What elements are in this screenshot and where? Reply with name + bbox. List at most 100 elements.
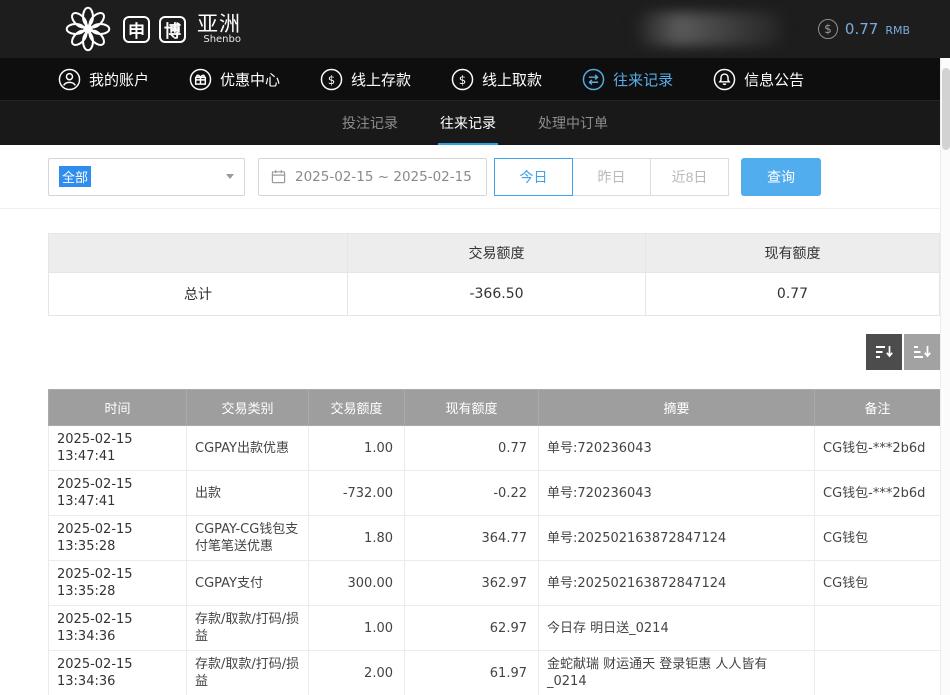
sort-amount-asc-icon bbox=[912, 342, 932, 362]
scrollbar-thumb[interactable] bbox=[942, 68, 950, 150]
header-right: $ 0.77 RMB bbox=[634, 12, 910, 46]
cell-balance: 362.97 bbox=[405, 561, 539, 606]
balance-currency: RMB bbox=[885, 24, 910, 37]
category-select[interactable]: 全部 bbox=[48, 158, 245, 196]
nav-item-label: 信息公告 bbox=[744, 69, 804, 90]
date-range-input[interactable]: 2025-02-15 ~ 2025-02-15 bbox=[258, 158, 487, 196]
cell-remark bbox=[815, 651, 941, 695]
cell-time: 2025-02-15 13:35:28 bbox=[49, 561, 187, 606]
balance-amount: 0.77 bbox=[845, 20, 878, 38]
tab-label: 处理中订单 bbox=[538, 113, 608, 133]
gift-icon bbox=[189, 68, 212, 91]
sub-nav: 投注记录 往来记录 处理中订单 bbox=[0, 100, 950, 145]
cell-amount: 2.00 bbox=[309, 651, 405, 695]
nav-item-my-account[interactable]: 我的账户 bbox=[58, 68, 149, 91]
date-range-value: 2025-02-15 ~ 2025-02-15 bbox=[295, 169, 472, 185]
table-row: 2025-02-15 13:34:36 存款/取款/打码/损益 2.00 61.… bbox=[49, 651, 941, 695]
sort-amount-desc-icon bbox=[874, 342, 894, 362]
summary-header-amount: 交易额度 bbox=[348, 234, 646, 272]
nav-item-label: 我的账户 bbox=[89, 69, 149, 90]
tab-transfer-records[interactable]: 往来记录 bbox=[438, 101, 498, 146]
calendar-icon bbox=[271, 169, 286, 184]
nav-item-label: 线上取款 bbox=[482, 69, 542, 90]
nav-item-label: 优惠中心 bbox=[220, 69, 280, 90]
table-row: 2025-02-15 13:35:28 CGPAY-CG钱包支付笔笔送优惠 1.… bbox=[49, 516, 941, 561]
summary-total-label: 总计 bbox=[49, 272, 348, 315]
col-header-balance: 现有额度 bbox=[405, 390, 539, 426]
cell-summary: 金蛇献瑞 财运通天 登录钜惠 人人皆有_0214 bbox=[539, 651, 815, 695]
records-table-wrap: 时间 交易类别 交易额度 现有额度 摘要 备注 2025-02-15 13:47… bbox=[48, 389, 940, 695]
brand-logo[interactable]: 申 博 亚洲 Shenbo bbox=[62, 3, 241, 55]
summary-header-empty bbox=[49, 234, 348, 272]
cell-type: 出款 bbox=[187, 471, 309, 516]
cell-type: CGPAY支付 bbox=[187, 561, 309, 606]
nav-item-withdraw[interactable]: $ 线上取款 bbox=[451, 68, 542, 91]
user-icon bbox=[58, 68, 81, 91]
cell-balance: 0.77 bbox=[405, 426, 539, 471]
summary-total-balance: 0.77 bbox=[646, 272, 939, 315]
quick-btn-today[interactable]: 今日 bbox=[494, 158, 573, 196]
cell-balance: 62.97 bbox=[405, 606, 539, 651]
nav-item-label: 往来记录 bbox=[613, 69, 673, 90]
cell-balance: 61.97 bbox=[405, 651, 539, 695]
col-header-type: 交易类别 bbox=[187, 390, 309, 426]
cell-amount: 1.80 bbox=[309, 516, 405, 561]
cell-remark bbox=[815, 606, 941, 651]
cell-amount: 300.00 bbox=[309, 561, 405, 606]
top-header: 申 博 亚洲 Shenbo $ 0.77 RMB bbox=[0, 0, 950, 58]
sort-controls bbox=[48, 334, 940, 370]
cell-remark: CG钱包 bbox=[815, 561, 941, 606]
tab-bet-records[interactable]: 投注记录 bbox=[340, 101, 400, 146]
deposit-coin-icon: $ bbox=[320, 68, 343, 91]
cell-summary: 单号:202502163872847124 bbox=[539, 516, 815, 561]
balance[interactable]: $ 0.77 RMB bbox=[818, 19, 910, 39]
col-header-amount: 交易额度 bbox=[309, 390, 405, 426]
cell-time: 2025-02-15 13:47:41 bbox=[49, 426, 187, 471]
cell-remark: CG钱包 bbox=[815, 516, 941, 561]
brand-subtitle: Shenbo bbox=[197, 35, 241, 46]
logo-char-box: 申 bbox=[123, 16, 150, 43]
sort-desc-button[interactable] bbox=[866, 334, 902, 370]
cell-time: 2025-02-15 13:34:36 bbox=[49, 606, 187, 651]
nav-item-deposit[interactable]: $ 线上存款 bbox=[320, 68, 411, 91]
brand-text: 亚洲 Shenbo bbox=[197, 13, 241, 46]
sort-asc-button[interactable] bbox=[904, 334, 940, 370]
cell-balance: 364.77 bbox=[405, 516, 539, 561]
category-select-value: 全部 bbox=[59, 166, 91, 187]
nav-item-announcements[interactable]: 信息公告 bbox=[713, 68, 804, 91]
tab-pending-orders[interactable]: 处理中订单 bbox=[536, 101, 610, 146]
search-button[interactable]: 查询 bbox=[741, 158, 821, 196]
vertical-scrollbar[interactable] bbox=[940, 58, 950, 695]
cell-time: 2025-02-15 13:47:41 bbox=[49, 471, 187, 516]
tab-label: 往来记录 bbox=[440, 113, 496, 133]
table-row: 2025-02-15 13:47:41 CGPAY出款优惠 1.00 0.77 … bbox=[49, 426, 941, 471]
bell-icon bbox=[713, 68, 736, 91]
quick-date-group: 今日 昨日 近8日 bbox=[495, 158, 729, 196]
cell-time: 2025-02-15 13:34:36 bbox=[49, 651, 187, 695]
summary-header-balance: 现有额度 bbox=[646, 234, 939, 272]
cell-summary: 单号:720236043 bbox=[539, 471, 815, 516]
cell-amount: -732.00 bbox=[309, 471, 405, 516]
table-row: 2025-02-15 13:35:28 CGPAY支付 300.00 362.9… bbox=[49, 561, 941, 606]
summary-table: 交易额度 现有额度 总计 -366.50 0.77 bbox=[48, 233, 940, 316]
quick-btn-last-8-days[interactable]: 近8日 bbox=[650, 158, 729, 196]
transfer-record-icon bbox=[582, 68, 605, 91]
cell-amount: 1.00 bbox=[309, 606, 405, 651]
summary-total-amount: -366.50 bbox=[348, 272, 646, 315]
nav-item-transfer-records[interactable]: 往来记录 bbox=[582, 68, 673, 91]
svg-text:$: $ bbox=[328, 72, 335, 86]
table-row: 2025-02-15 13:47:41 出款 -732.00 -0.22 单号:… bbox=[49, 471, 941, 516]
tab-label: 投注记录 bbox=[342, 113, 398, 133]
page: 申 博 亚洲 Shenbo $ 0.77 RMB 我的账户 bbox=[0, 0, 950, 695]
quick-btn-yesterday[interactable]: 昨日 bbox=[572, 158, 651, 196]
col-header-remark: 备注 bbox=[815, 390, 941, 426]
cell-summary: 单号:720236043 bbox=[539, 426, 815, 471]
cell-remark: CG钱包-***2b6d bbox=[815, 471, 941, 516]
cell-amount: 1.00 bbox=[309, 426, 405, 471]
cell-type: CGPAY-CG钱包支付笔笔送优惠 bbox=[187, 516, 309, 561]
cell-type: 存款/取款/打码/损益 bbox=[187, 606, 309, 651]
nav-item-promotions[interactable]: 优惠中心 bbox=[189, 68, 280, 91]
filter-bar: 全部 2025-02-15 ~ 2025-02-15 今日 昨日 近8日 查询 bbox=[0, 145, 940, 209]
main-nav: 我的账户 优惠中心 $ 线上存款 $ 线上取款 bbox=[0, 58, 950, 100]
col-header-summary: 摘要 bbox=[539, 390, 815, 426]
